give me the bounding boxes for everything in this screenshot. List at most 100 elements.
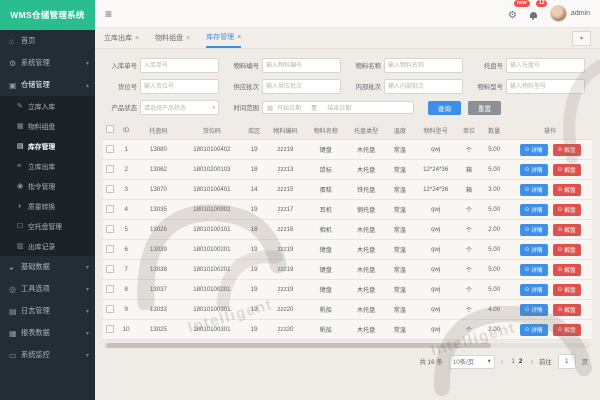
sidebar-item-system-monitor[interactable]: ▭系统监控▾ [0, 344, 95, 366]
detail-button[interactable]: ⊙详情 [520, 284, 548, 296]
row-checkbox[interactable] [106, 265, 114, 273]
cell-3-8: qwj [413, 200, 457, 220]
reset-button[interactable]: 重置 [468, 101, 501, 115]
sidebar-item-inbound[interactable]: ✎立库入库 [0, 96, 95, 116]
sidebar-item-log-management[interactable]: ▤日志管理▾ [0, 300, 95, 322]
unbind-button[interactable]: ⊙解盘 [553, 304, 581, 316]
sidebar-item-inventory[interactable]: ▤库存管理 [0, 136, 95, 156]
sidebar-item-base-data[interactable]: ◒基础数据▾ [0, 256, 95, 278]
cell-9-2: 18010100301 [181, 320, 244, 340]
pallet-no-input[interactable] [506, 58, 585, 73]
sidebar-item-report-data[interactable]: ▦报表数据▾ [0, 322, 95, 344]
user-menu[interactable]: admin [550, 5, 590, 22]
sidebar-item-pallet-group[interactable]: ▦物料组盘 [0, 116, 95, 136]
sidebar-item-label: 库存管理 [28, 141, 55, 151]
cell-0-7: 常温 [386, 140, 413, 160]
cell-2-3: 14 [243, 180, 265, 200]
unbind-button[interactable]: ⊙解盘 [553, 244, 581, 256]
cell-7-1: 13037 [136, 280, 180, 300]
unbind-button[interactable]: ⊙解盘 [553, 324, 581, 336]
unbind-button[interactable]: ⊙解盘 [553, 204, 581, 216]
detail-button[interactable]: ⊙详情 [520, 264, 548, 276]
date-range-picker[interactable]: ▦ 开始日期 至 结束日期 [262, 101, 414, 114]
detail-button[interactable]: ⊙详情 [520, 164, 548, 176]
row-checkbox[interactable] [106, 225, 114, 233]
search-button[interactable]: 查询 [428, 101, 461, 115]
product-status-select[interactable]: 请选择产品状态 ▾ [140, 100, 219, 115]
row-checkbox[interactable] [106, 305, 114, 313]
sidebar-item-tool-options[interactable]: ◎工具选项▾ [0, 278, 95, 300]
wms-app-window: WMS仓储管理系统 ⌂首页⚙系统管理▾▣仓储管理▴✎立库入库▦物料组盘▤库存管理… [0, 0, 600, 400]
cell-7-9: 个 [458, 280, 480, 300]
tab-outbound[interactable]: 立库出库× [104, 28, 139, 48]
detail-button[interactable]: ⊙详情 [520, 204, 548, 216]
sidebar-item-home[interactable]: ⌂首页 [0, 30, 95, 52]
row-checkbox[interactable] [106, 165, 114, 173]
close-icon[interactable]: × [135, 35, 139, 42]
sidebar-item-system-management[interactable]: ⚙系统管理▾ [0, 52, 95, 74]
scrollbar-thumb[interactable] [106, 343, 491, 348]
info-icon: ⊙ [525, 287, 530, 293]
row-checkbox[interactable] [106, 285, 114, 293]
tab-pallet-group[interactable]: 物料组盘× [155, 28, 190, 48]
detail-button[interactable]: ⊙详情 [520, 304, 548, 316]
detail-button[interactable]: ⊙详情 [520, 144, 548, 156]
sidebar-item-warehouse-management[interactable]: ▣仓储管理▴ [0, 74, 95, 96]
detail-button[interactable]: ⊙详情 [520, 184, 548, 196]
sidebar-item-label: 工具选项 [21, 284, 50, 294]
detail-button[interactable]: ⊙详情 [520, 244, 548, 256]
detail-button[interactable]: ⊙详情 [520, 224, 548, 236]
row-checkbox[interactable] [106, 205, 114, 213]
page-number-2[interactable]: 2 [517, 358, 525, 365]
material-model-input[interactable] [506, 79, 585, 94]
settings-button[interactable]: ⚙ new [508, 5, 517, 23]
row-checkbox[interactable] [106, 185, 114, 193]
close-icon[interactable]: × [237, 34, 241, 41]
page-size-select[interactable]: 10条/页 ▾ [449, 355, 495, 369]
material-name-input[interactable] [384, 58, 463, 73]
supply-batch-input[interactable] [262, 79, 341, 94]
cell-7-0: 8 [116, 280, 136, 300]
table-row: 4130351801010090219zzz17耳机钢托盘常温qwj个5.00⊙… [103, 200, 592, 220]
sidebar-item-quality-convert[interactable]: ◑质量转换 [0, 196, 95, 216]
filter-material-no: 物料编号 [225, 58, 347, 73]
cell-6-4: zzz19 [265, 260, 305, 280]
table-header-0: ID [116, 121, 136, 140]
internal-batch-input[interactable] [384, 79, 463, 94]
cell-7-10: 5.00 [480, 280, 508, 300]
notifications-button[interactable]: 12 [530, 5, 537, 23]
material-no-input[interactable] [262, 58, 341, 73]
sidebar-item-empty-pallet[interactable]: ☐空托盘管理 [0, 216, 95, 236]
unbind-button[interactable]: ⊙解盘 [553, 264, 581, 276]
unbind-button[interactable]: ⊙解盘 [553, 284, 581, 296]
cell-7-3: 19 [243, 280, 265, 300]
detail-button[interactable]: ⊙详情 [520, 324, 548, 336]
unbind-button[interactable]: ⊙解盘 [553, 224, 581, 236]
goto-page-input[interactable]: 1 [558, 354, 576, 369]
tab-list-dropdown[interactable]: ▾ [572, 31, 591, 46]
row-checkbox[interactable] [106, 145, 114, 153]
row-checkbox[interactable] [106, 325, 114, 333]
select-all-checkbox[interactable] [106, 125, 114, 133]
hamburger-icon[interactable]: ≡ [105, 7, 112, 21]
unbind-button[interactable]: ⊙解盘 [553, 184, 581, 196]
page-number-1[interactable]: 1 [509, 358, 517, 365]
unbind-button-label: 解盘 [564, 325, 575, 334]
location-no-input[interactable] [140, 79, 219, 94]
tab-inventory[interactable]: 库存管理× [206, 28, 241, 48]
sidebar-item-outbound-record[interactable]: ▥出库记录 [0, 236, 95, 256]
close-icon[interactable]: × [186, 35, 190, 42]
cell-3-2: 18010100902 [181, 200, 244, 220]
prev-page-button[interactable]: ‹ [501, 358, 504, 366]
inbound-no-input[interactable] [140, 58, 219, 73]
next-page-button[interactable]: › [530, 358, 533, 366]
info-icon: ⊙ [525, 267, 530, 273]
notifications-badge: 12 [536, 0, 548, 7]
sidebar-item-command-management[interactable]: ◉指令管理 [0, 176, 95, 196]
row-checkbox[interactable] [106, 245, 114, 253]
sidebar-item-outbound[interactable]: ≡立库出库 [0, 156, 95, 176]
unbind-button[interactable]: ⊙解盘 [553, 144, 581, 156]
sidebar-item-label: 基础数据 [21, 262, 50, 272]
chevron-down-icon: ▾ [488, 358, 491, 365]
unbind-button[interactable]: ⊙解盘 [553, 164, 581, 176]
